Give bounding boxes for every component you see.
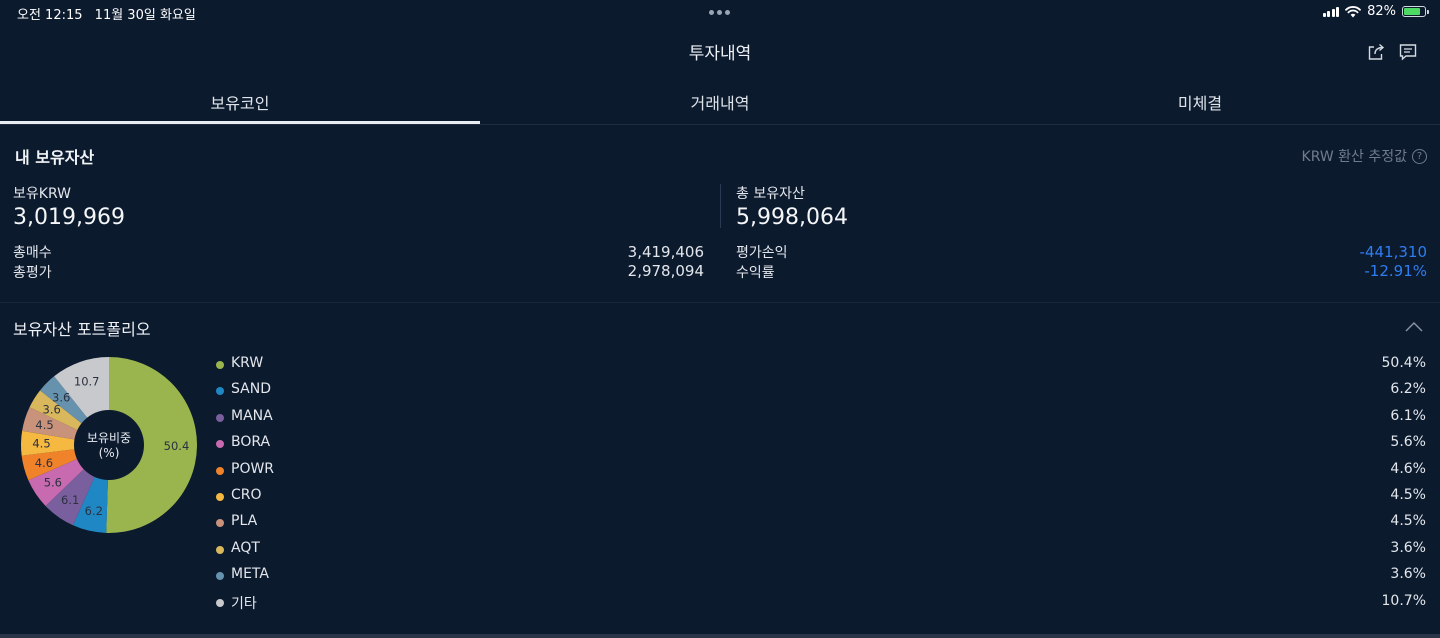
pnl-value: -441,310 (1359, 243, 1427, 261)
chat-icon[interactable] (1398, 42, 1418, 62)
legend-name: META (231, 566, 269, 583)
legend-percent: 6.1% (1390, 407, 1426, 424)
tab-pending[interactable]: 미체결 (960, 90, 1440, 114)
bottom-strip (0, 634, 1440, 638)
pie-slice-label: 4.5 (35, 418, 53, 432)
legend-dot-icon (216, 361, 224, 369)
pie-slice-label: 3.6 (52, 390, 70, 404)
column-divider (720, 184, 721, 228)
legend-item: PLA 4.5% (216, 513, 1426, 533)
legend-dot-icon (216, 440, 224, 449)
legend-item: META 3.6% (216, 566, 1426, 586)
legend-name: BORA (231, 434, 271, 451)
status-bar: 오전 12:15 11월 30일 화요일 82% (0, 0, 1440, 26)
tab-holdings[interactable]: 보유코인 (0, 90, 480, 114)
krw-estimate-label: KRW 환산 추정값 (1301, 149, 1407, 165)
status-right: 82% (1322, 4, 1429, 19)
legend-item: SAND 6.2% (216, 381, 1426, 401)
legend-percent: 4.5% (1390, 487, 1426, 503)
section-divider (0, 302, 1440, 303)
legend-dot-icon (216, 545, 224, 554)
legend-item: AQT 3.6% (216, 540, 1426, 560)
legend-percent: 3.6% (1390, 566, 1426, 583)
legend-percent: 4.6% (1390, 460, 1426, 477)
legend-percent: 10.7% (1381, 592, 1426, 609)
legend-item: BORA 5.6% (216, 434, 1426, 454)
pie-slice-label: 6.2 (85, 504, 103, 518)
help-icon[interactable]: ? (1412, 148, 1427, 164)
legend-item: MANA 6.1% (216, 408, 1426, 428)
tab-transactions[interactable]: 거래내역 (480, 90, 960, 114)
portfolio-donut-chart: 50.4 6.2 6.1 5.6 4.6 4.5 4.5 3.63.6 10.7 보유비중 (%… (20, 357, 197, 533)
wifi-icon (1345, 5, 1361, 17)
legend-dot-icon (216, 413, 224, 422)
legend-percent: 3.6% (1390, 539, 1426, 556)
pie-slice-label: 50.4 (164, 439, 190, 453)
legend-percent: 5.6% (1390, 434, 1426, 451)
total-eval-label: 총평가 (13, 265, 52, 281)
multitasking-dots-icon[interactable] (709, 10, 730, 15)
tab-bar: 보유코인 거래내역 미체결 (0, 80, 1440, 125)
legend-name: MANA (231, 407, 273, 424)
pie-slice-label: 10.7 (74, 374, 100, 388)
status-date: 11월 30일 화요일 (94, 8, 196, 23)
legend-percent: 4.5% (1390, 513, 1426, 530)
battery-icon (1402, 6, 1429, 17)
header-actions (1366, 42, 1418, 62)
total-buy-label: 총매수 (13, 245, 52, 261)
legend-name: AQT (231, 539, 260, 556)
pie-slice-label: 5.6 (44, 475, 62, 489)
return-label: 수익률 (736, 265, 775, 281)
legend-name: POWR (231, 460, 275, 477)
donut-center-unit: (%) (99, 446, 120, 460)
battery-percent: 82% (1367, 4, 1396, 19)
active-tab-indicator (0, 121, 480, 124)
pie-slice-label: 6.1 (61, 493, 79, 507)
legend-dot-icon (216, 466, 224, 475)
legend-name: CRO (231, 487, 262, 503)
total-assets-label: 총 보유자산 (736, 186, 805, 202)
total-assets-value: 5,998,064 (736, 205, 848, 230)
cellular-signal-icon (1322, 6, 1340, 17)
legend-name: PLA (231, 513, 258, 530)
legend-percent: 6.2% (1390, 381, 1426, 398)
legend-dot-icon (216, 493, 224, 501)
donut-hole (74, 410, 144, 480)
status-left: 오전 12:15 11월 30일 화요일 (17, 4, 204, 23)
krw-label: 보유KRW (13, 186, 71, 202)
return-value: -12.91% (1364, 262, 1427, 280)
page-title: 투자내역 (688, 44, 752, 64)
legend-item: 기타 10.7% (216, 593, 1426, 613)
pie-slice-label: 4.5 (32, 437, 50, 451)
legend-item: POWR 4.6% (216, 461, 1426, 481)
legend-name: KRW (231, 355, 264, 371)
status-time: 오전 12:15 (17, 8, 83, 23)
total-buy-value: 3,419,406 (627, 243, 704, 261)
portfolio-title: 보유자산 포트폴리오 (13, 320, 151, 339)
legend-percent: 50.4% (1381, 355, 1426, 371)
legend-item: CRO 4.5% (216, 487, 1426, 507)
pie-slice-label: 3.6 (43, 402, 61, 416)
donut-center-label: 보유비중 (87, 431, 131, 445)
chevron-up-icon[interactable] (1405, 321, 1423, 333)
total-eval-value: 2,978,094 (627, 262, 704, 280)
legend-name: 기타 (231, 595, 257, 612)
legend-dot-icon (216, 572, 224, 581)
legend-item: KRW 50.4% (216, 355, 1426, 375)
legend-dot-icon (216, 598, 224, 607)
pnl-label: 평가손익 (736, 245, 788, 261)
krw-estimate-note[interactable]: KRW 환산 추정값 ? (1302, 146, 1427, 166)
my-assets-title: 내 보유자산 (15, 148, 95, 167)
legend-name: SAND (231, 381, 271, 398)
share-icon[interactable] (1366, 42, 1386, 62)
pie-slice-label: 4.6 (35, 456, 53, 470)
legend-dot-icon (216, 387, 224, 396)
legend-dot-icon (216, 519, 224, 528)
krw-value: 3,019,969 (13, 205, 125, 230)
